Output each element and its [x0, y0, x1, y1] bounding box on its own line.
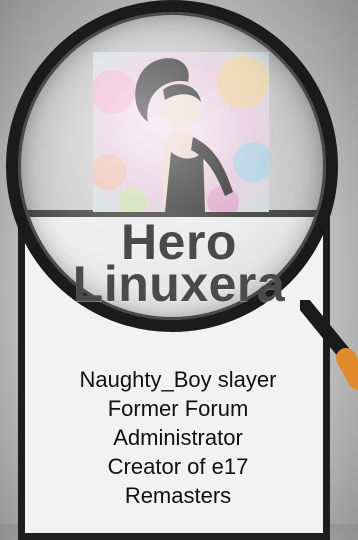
bio-line: Creator of e17 [107, 454, 249, 479]
profile-bio: Naughty_Boy slayer Former Forum Administ… [40, 365, 316, 510]
bio-line: Former Forum [107, 396, 249, 421]
profile-title-line-2: Linuxera [72, 256, 286, 312]
bio-line: Administrator [113, 425, 243, 450]
bio-line: Remasters [124, 483, 232, 508]
bio-line: Naughty_Boy slayer [79, 367, 277, 392]
